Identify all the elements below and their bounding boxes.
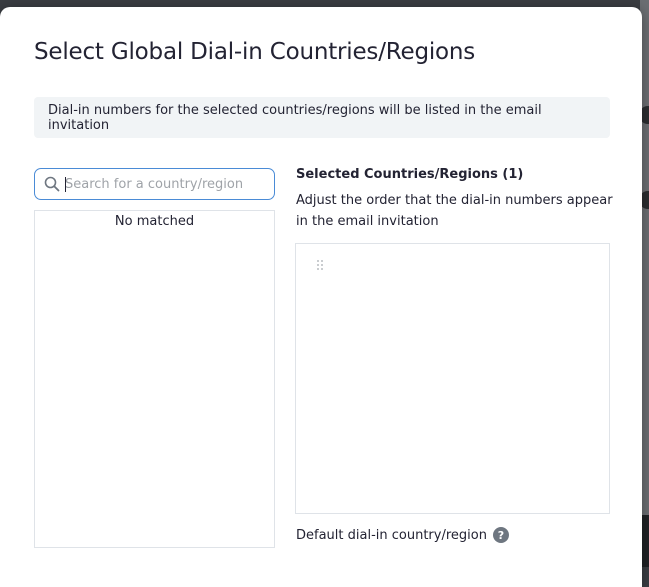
- dialog-title: Select Global Dial-in Countries/Regions: [34, 39, 476, 65]
- search-icon: [44, 176, 60, 192]
- selected-countries-list: [295, 243, 610, 514]
- default-country-row: Default dial-in country/region ?: [296, 527, 509, 543]
- drag-handle-icon[interactable]: [316, 259, 324, 271]
- country-list[interactable]: No matched: [34, 210, 275, 548]
- info-banner: Dial-in numbers for the selected countri…: [34, 97, 610, 138]
- dial-in-countries-dialog: Select Global Dial-in Countries/Regions …: [0, 7, 642, 587]
- help-icon[interactable]: ?: [492, 527, 509, 543]
- empty-state-text: No matched: [114, 214, 195, 229]
- text-caret: [65, 177, 66, 192]
- search-box[interactable]: [34, 168, 275, 200]
- selected-countries-title: Selected Countries/Regions (1): [296, 167, 524, 182]
- info-banner-text: Dial-in numbers for the selected countri…: [48, 102, 542, 133]
- search-input[interactable]: [65, 169, 265, 199]
- default-country-label: Default dial-in country/region: [296, 527, 487, 543]
- selected-countries-description: Adjust the order that the dial-in number…: [296, 193, 613, 229]
- help-icon-glyph: ?: [497, 528, 505, 542]
